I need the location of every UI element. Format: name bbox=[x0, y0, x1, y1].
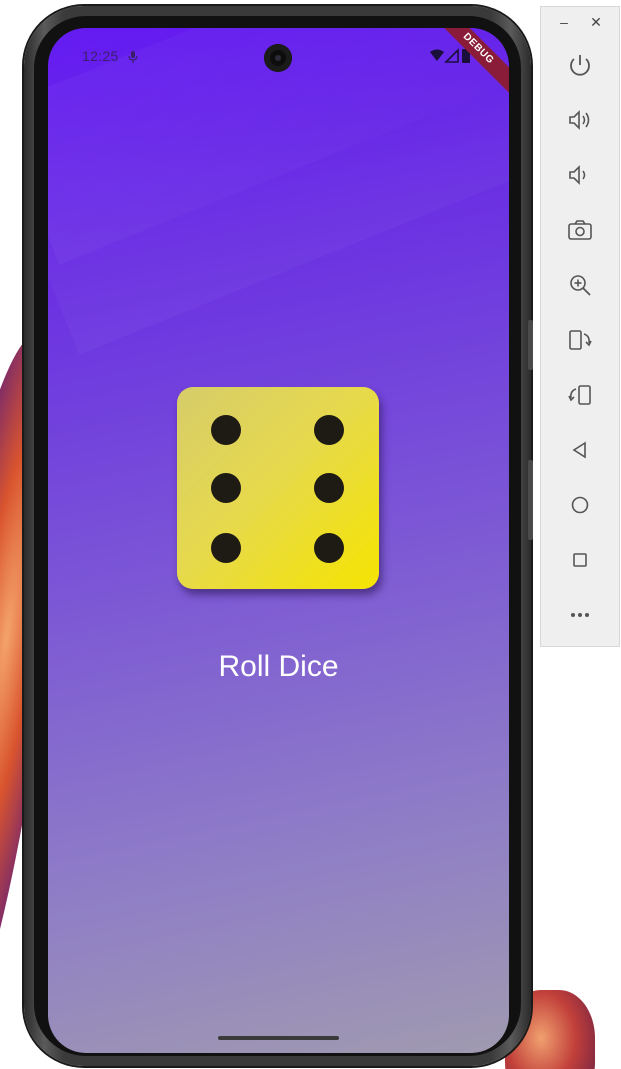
dice-pip bbox=[314, 533, 344, 563]
phone-side-button bbox=[528, 320, 533, 370]
status-time: 12:25 bbox=[82, 48, 119, 64]
status-bar: 12:25 bbox=[48, 28, 509, 84]
roll-dice-label[interactable]: Roll Dice bbox=[48, 650, 509, 684]
volume-down-icon[interactable] bbox=[564, 159, 596, 191]
phone-screen: 12:25 DEBUG Roll Dice bbox=[48, 28, 509, 1053]
overview-icon[interactable] bbox=[564, 544, 596, 576]
dice-pip bbox=[314, 473, 344, 503]
home-indicator[interactable] bbox=[218, 1036, 339, 1040]
microphone-icon bbox=[128, 51, 138, 63]
emulator-window-controls: – ✕ bbox=[541, 7, 619, 41]
close-icon[interactable]: ✕ bbox=[587, 13, 605, 31]
zoom-in-icon[interactable] bbox=[564, 269, 596, 301]
rotate-right-icon[interactable] bbox=[564, 379, 596, 411]
dice-button[interactable] bbox=[177, 387, 379, 589]
dice-pip bbox=[211, 415, 241, 445]
home-icon[interactable] bbox=[564, 489, 596, 521]
dice-pip bbox=[211, 533, 241, 563]
phone-volume-button bbox=[528, 460, 533, 540]
back-icon[interactable] bbox=[564, 434, 596, 466]
wifi-icon bbox=[430, 49, 444, 61]
signal-icon bbox=[444, 48, 459, 63]
volume-up-icon[interactable] bbox=[564, 104, 596, 136]
minimize-icon[interactable]: – bbox=[555, 13, 573, 31]
dice-pip bbox=[314, 415, 344, 445]
camera-icon[interactable] bbox=[564, 214, 596, 246]
desktop: 12:25 DEBUG Roll Dice – ✕ bbox=[0, 0, 621, 1069]
front-camera bbox=[264, 44, 292, 72]
emulator-toolbar: – ✕ bbox=[540, 6, 620, 647]
more-icon[interactable] bbox=[564, 599, 596, 631]
dice-pip bbox=[211, 473, 241, 503]
rotate-left-icon[interactable] bbox=[564, 324, 596, 356]
power-icon[interactable] bbox=[564, 49, 596, 81]
